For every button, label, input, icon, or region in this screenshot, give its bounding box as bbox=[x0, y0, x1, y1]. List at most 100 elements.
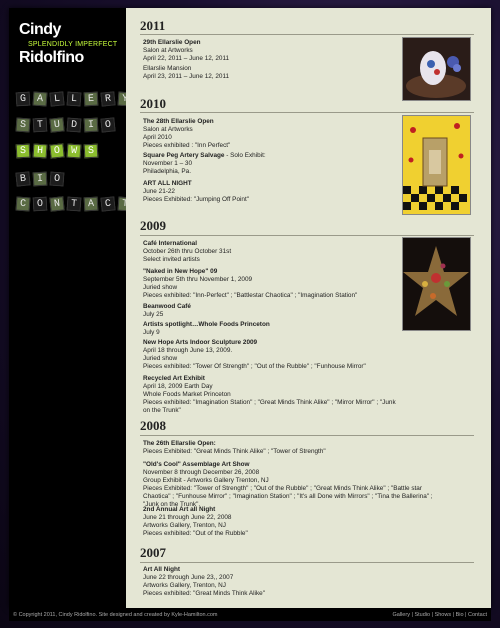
nav-tile: O bbox=[49, 171, 65, 187]
show-line: Salon at Artworks bbox=[143, 126, 193, 133]
show-entry: Ellarslie Mansion April 23, 2011 – June … bbox=[143, 65, 398, 81]
show-line: Pieces exhibited: "Great Minds Think Ali… bbox=[143, 590, 265, 597]
show-line: November 8 through December 26, 2008 bbox=[143, 469, 260, 476]
footer-link-contact[interactable]: Contact bbox=[468, 612, 487, 618]
show-entry: The 28th Ellarslie Open Salon at Artwork… bbox=[143, 118, 398, 150]
show-line: June 21-22 bbox=[143, 188, 175, 195]
show-line: July 9 bbox=[143, 329, 160, 336]
artwork-image-star[interactable] bbox=[402, 237, 471, 331]
show-line: Pieces exhibited : "Inn Perfect" bbox=[143, 142, 231, 149]
logo-last-name[interactable]: Ridolfino bbox=[19, 49, 84, 67]
nav-tile: N bbox=[49, 196, 65, 212]
footer-link-gallery[interactable]: Gallery bbox=[393, 612, 410, 618]
footer: © Copyright 2011, Cindy Ridolfino. Site … bbox=[9, 608, 491, 621]
footer-link-shows[interactable]: Shows bbox=[435, 612, 452, 618]
show-entry: The 26th Ellarslie Open: Pieces Exhibite… bbox=[143, 440, 398, 456]
show-title: "Old's Cool" Assemblage Art Show bbox=[143, 461, 250, 468]
nav-studio[interactable]: S T U D I O bbox=[15, 117, 116, 133]
show-title: Café International bbox=[143, 240, 197, 247]
show-title: The 28th Ellarslie Open bbox=[143, 118, 214, 125]
logo-tagline: SPLENDIDLY IMPERFECT bbox=[28, 41, 118, 48]
show-entry: Art All Night June 22 through June 23,, … bbox=[143, 566, 398, 598]
show-line: Artworks Gallery, Trenton, NJ bbox=[143, 522, 226, 529]
year-heading: 2008 bbox=[140, 418, 166, 433]
show-title: Square Peg Artery Salvage bbox=[143, 152, 225, 159]
divider bbox=[140, 562, 474, 563]
show-line: Artworks Gallery, Trenton, NJ bbox=[143, 582, 226, 589]
footer-link-studio[interactable]: Studio bbox=[414, 612, 430, 618]
sidebar: Cindy SPLENDIDLY IMPERFECT Ridolfino G A… bbox=[9, 8, 133, 608]
artwork-image-egg[interactable] bbox=[402, 37, 471, 101]
nav-tile: E bbox=[83, 91, 99, 107]
show-entry: "Naked in New Hope" 09 September 5th thr… bbox=[143, 268, 398, 300]
nav-tile: D bbox=[66, 117, 82, 133]
nav-tile: O bbox=[49, 143, 65, 159]
show-line: June 21 through June 22, 2008 bbox=[143, 514, 232, 521]
year-heading: 2010 bbox=[140, 96, 166, 111]
show-entry: ART ALL NIGHT June 21-22 Pieces Exhibite… bbox=[143, 180, 398, 204]
footer-link-bio[interactable]: Bio bbox=[456, 612, 464, 618]
show-entry: "Old's Cool" Assemblage Art Show Novembe… bbox=[143, 461, 433, 509]
nav-tile: I bbox=[83, 117, 99, 133]
nav-tile: A bbox=[83, 196, 99, 212]
show-line: July 25 bbox=[143, 311, 164, 318]
nav-tile: O bbox=[32, 196, 48, 212]
show-line: Select invited artists bbox=[143, 256, 200, 263]
nav-tile: C bbox=[15, 196, 31, 212]
show-title: 2nd Annual Art all Night bbox=[143, 506, 216, 513]
logo-first-name[interactable]: Cindy bbox=[19, 21, 61, 39]
show-line: April 18 through June 13, 2009. bbox=[143, 347, 233, 354]
show-title-suffix: - Solo Exhibit: bbox=[224, 152, 266, 159]
artwork-image-house[interactable] bbox=[402, 115, 471, 215]
show-line: Ellarslie Mansion bbox=[143, 65, 192, 72]
nav-shows[interactable]: S H O W S bbox=[15, 143, 99, 159]
year-heading: 2011 bbox=[140, 18, 166, 33]
show-line: Whole Foods Market Princeton bbox=[143, 391, 231, 398]
nav-tile: H bbox=[32, 143, 48, 159]
show-line: April 18, 2009 Earth Day bbox=[143, 383, 213, 390]
divider bbox=[140, 112, 474, 113]
nav-contact[interactable]: C O N T A C T bbox=[15, 196, 133, 212]
show-line: Pieces Exhibited: "Great Minds Think Ali… bbox=[143, 448, 326, 455]
show-title: Beanwood Café bbox=[143, 303, 191, 310]
nav-tile: W bbox=[66, 143, 82, 159]
show-line: November 1 – 30 bbox=[143, 160, 193, 167]
nav-tile: U bbox=[49, 117, 65, 133]
show-entry: Artists spotlight…Whole Foods Princeton … bbox=[143, 321, 398, 337]
show-entry: Café International October 26th thru Oct… bbox=[143, 240, 398, 264]
footer-links: Gallery | Studio | Shows | Bio | Contact bbox=[392, 612, 487, 618]
page-frame: Cindy SPLENDIDLY IMPERFECT Ridolfino G A… bbox=[9, 8, 491, 608]
divider bbox=[140, 34, 474, 35]
nav-tile: L bbox=[49, 91, 65, 107]
show-entry: Beanwood Café July 25 bbox=[143, 303, 398, 319]
show-line: Group Exhibit - Artworks Gallery Trenton… bbox=[143, 477, 269, 484]
show-line: September 5th thru November 1, 2009 bbox=[143, 276, 253, 283]
nav-tile: S bbox=[15, 117, 31, 133]
show-line: Philadelphia, Pa. bbox=[143, 168, 191, 175]
show-line: Pieces exhibited: "Imagination Station" … bbox=[143, 399, 396, 414]
nav-tile: S bbox=[15, 143, 31, 159]
show-entry: 2nd Annual Art all Night June 21 through… bbox=[143, 506, 398, 538]
show-line: Pieces exhibited: "Tower Of Strength" ; … bbox=[143, 363, 366, 370]
nav-tile: S bbox=[83, 143, 99, 159]
nav-tile: B bbox=[15, 171, 31, 187]
show-title: "Naked in New Hope" 09 bbox=[143, 268, 218, 275]
show-title: ART ALL NIGHT bbox=[143, 180, 192, 187]
show-line: Pieces exhibited: "Out of the Rubble" bbox=[143, 530, 248, 537]
show-entry: New Hope Arts Indoor Sculpture 2009 Apri… bbox=[143, 339, 398, 371]
nav-tile: I bbox=[32, 171, 48, 187]
nav-tile: R bbox=[100, 91, 116, 107]
main-content: 2011 29th Ellarslie Open Salon at Artwor… bbox=[126, 8, 491, 608]
show-line: June 22 through June 23,, 2007 bbox=[143, 574, 234, 581]
show-entry: Square Peg Artery Salvage - Solo Exhibit… bbox=[143, 152, 398, 176]
show-line: Juried show bbox=[143, 284, 178, 291]
nav-tile: T bbox=[32, 117, 48, 133]
copyright-text: © Copyright 2011, Cindy Ridolfino. Site … bbox=[13, 612, 218, 618]
show-line: Salon at Artworks bbox=[143, 47, 193, 54]
nav-gallery[interactable]: G A L L E R Y bbox=[15, 91, 133, 107]
show-title: New Hope Arts Indoor Sculpture 2009 bbox=[143, 339, 258, 346]
show-entry: 29th Ellarslie Open Salon at Artworks Ap… bbox=[143, 39, 398, 63]
divider bbox=[140, 435, 474, 436]
show-title: Recycled Art Exhibit bbox=[143, 375, 205, 382]
nav-bio[interactable]: B I O bbox=[15, 171, 65, 187]
